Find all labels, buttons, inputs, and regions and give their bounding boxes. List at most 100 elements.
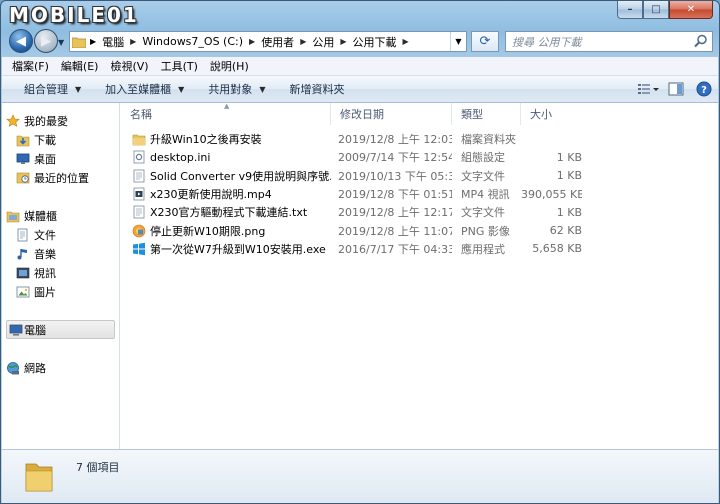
help-button[interactable]: ? xyxy=(690,79,718,99)
text-file-icon xyxy=(133,205,145,219)
menu-view[interactable]: 檢視(V) xyxy=(104,58,154,74)
column-size-label: 大小 xyxy=(530,108,552,121)
menu-tools[interactable]: 工具(T) xyxy=(155,58,204,74)
file-type: 應用程式 xyxy=(461,242,505,256)
file-name: desktop.ini xyxy=(150,150,211,164)
search-input[interactable]: 搜尋 公用下載 xyxy=(505,31,713,52)
change-view-button[interactable] xyxy=(634,79,662,99)
table-row[interactable]: desktop.ini 2009/7/14 下午 12:54 組態設定 1 KB xyxy=(121,148,718,166)
menu-edit[interactable]: 編輯(E) xyxy=(55,58,105,74)
file-date: 2009/7/14 下午 12:54 xyxy=(338,151,452,165)
maximize-button[interactable]: □ xyxy=(643,1,669,19)
file-name: 升級Win10之後再安裝 xyxy=(150,133,262,147)
navigation-row: ◀ ▶ ▼ ▶ 電腦 ▶ Windows7_OS (C:) ▶ 使用者 ▶ 公用 ▶ 公… xyxy=(1,29,719,55)
search-icon[interactable] xyxy=(694,34,708,48)
file-name-cell: 停止更新W10期限.png xyxy=(121,223,331,239)
chevron-down-icon: ▼ xyxy=(178,84,185,94)
network-icon xyxy=(7,361,19,374)
table-row[interactable]: X230官方驅動程式下載連結.txt 2019/12/8 上午 12:17 文字… xyxy=(121,203,718,221)
nav-item-videos-label: 視訊 xyxy=(34,266,56,280)
breadcrumb-item-public[interactable]: 公用 xyxy=(312,34,334,50)
new-folder-button[interactable]: 新增資料夾 xyxy=(277,81,356,97)
table-row[interactable]: 停止更新W10期限.png 2019/12/8 上午 11:07 PNG 影像 … xyxy=(121,221,718,239)
file-size: 1 KB xyxy=(556,169,582,183)
breadcrumb-chevron-icon[interactable]: ▶ xyxy=(124,37,142,46)
column-size[interactable]: 大小 xyxy=(521,103,596,125)
logo-text: MOBILE01 xyxy=(9,3,139,27)
address-history-dropdown[interactable]: ▼ xyxy=(450,32,466,51)
nav-favorites-label: 我的最愛 xyxy=(24,114,68,128)
file-type: PNG 影像 xyxy=(461,224,510,238)
table-row[interactable]: 第一次從W7升級到W10安裝用.exe 2016/7/17 下午 04:33 應… xyxy=(121,240,718,258)
details-view-icon xyxy=(638,84,659,94)
column-type[interactable]: 類型 xyxy=(452,103,521,125)
table-row[interactable]: Solid Converter v9使用說明與序號.txt 2019/10/13… xyxy=(121,167,718,185)
organize-button[interactable]: 組合管理 ▼ xyxy=(12,81,93,97)
breadcrumb-chevron-icon[interactable]: ▶ xyxy=(294,37,312,46)
column-date-label: 修改日期 xyxy=(340,108,384,121)
refresh-button[interactable]: ⟳ xyxy=(471,31,499,52)
table-row[interactable]: x230更新使用說明.mp4 2019/12/8 下午 01:51 MP4 視訊… xyxy=(121,185,718,203)
libraries-icon xyxy=(6,211,20,222)
nav-item-downloads[interactable]: 下載 xyxy=(2,130,120,149)
nav-item-recent-places[interactable]: 最近的位置 xyxy=(2,168,120,187)
refresh-icon: ⟳ xyxy=(479,34,491,49)
nav-item-desktop[interactable]: 桌面 xyxy=(2,149,120,168)
breadcrumb-item-drive[interactable]: Windows7_OS (C:) xyxy=(142,35,243,48)
minimize-button[interactable]: – xyxy=(617,1,643,19)
documents-icon xyxy=(17,228,28,241)
address-bar[interactable]: ▶ 電腦 ▶ Windows7_OS (C:) ▶ 使用者 ▶ 公用 ▶ 公用下載 ▶ ▼ xyxy=(69,31,467,52)
breadcrumb-chevron-icon[interactable]: ▶ xyxy=(334,37,352,46)
nav-libraries[interactable]: 媒體櫃 xyxy=(2,206,120,225)
network-group: 網路 xyxy=(2,358,120,377)
file-name-cell: X230官方驅動程式下載連結.txt xyxy=(121,204,331,220)
breadcrumb-chevron-icon[interactable]: ▶ xyxy=(243,37,261,46)
menu-help[interactable]: 說明(H) xyxy=(204,58,255,74)
back-button[interactable]: ◀ xyxy=(9,29,33,53)
file-list: ▲ 名稱 修改日期 類型 大小 升級Win10之後再安裝 2019/12/8 上… xyxy=(121,102,718,449)
file-name: X230官方驅動程式下載連結.txt xyxy=(150,206,308,220)
nav-network[interactable]: 網路 xyxy=(2,358,120,377)
close-button[interactable]: ✕ xyxy=(669,1,713,19)
file-size: 1 KB xyxy=(556,150,582,164)
sort-ascending-icon: ▲ xyxy=(224,102,230,110)
forward-button[interactable]: ▶ xyxy=(34,29,58,53)
column-name[interactable]: ▲ 名稱 xyxy=(121,102,331,125)
desktop-icon xyxy=(16,153,30,164)
new-folder-label: 新增資料夾 xyxy=(289,83,345,96)
file-date: 2019/12/8 上午 12:17 xyxy=(338,206,452,220)
explorer-window: MOBILE01 – □ ✕ ◀ ▶ ▼ ▶ 電腦 ▶ Windows7_OS (… xyxy=(0,0,720,504)
file-type: 文字文件 xyxy=(461,206,505,220)
main-area: 我的最愛 下載 桌面 最近的位置 媒體櫃 文件 音樂 視訊 圖片 電腦 網路 ▲… xyxy=(2,102,718,449)
breadcrumb-item-users[interactable]: 使用者 xyxy=(261,34,294,50)
file-type: 檔案資料夾 xyxy=(461,133,516,147)
file-size: 5,658 KB xyxy=(532,242,582,256)
nav-item-music[interactable]: 音樂 xyxy=(2,244,120,263)
nav-item-pictures[interactable]: 圖片 xyxy=(2,282,120,301)
column-date-modified[interactable]: 修改日期 xyxy=(331,103,452,125)
menu-file[interactable]: 檔案(F) xyxy=(6,58,55,74)
file-name: Solid Converter v9使用說明與序號.txt xyxy=(150,169,331,183)
nav-item-videos[interactable]: 視訊 xyxy=(2,263,120,282)
column-header: ▲ 名稱 修改日期 類型 大小 xyxy=(121,102,718,125)
preview-pane-button[interactable] xyxy=(662,79,690,99)
breadcrumb-item-public-downloads[interactable]: 公用下載 xyxy=(353,34,397,50)
share-with-button[interactable]: 共用對象 ▼ xyxy=(196,81,277,97)
breadcrumb-chevron-icon[interactable]: ▶ xyxy=(397,37,415,46)
file-size: 62 KB xyxy=(549,224,582,238)
include-in-library-button[interactable]: 加入至媒體櫃 ▼ xyxy=(93,81,196,97)
file-name-cell: 第一次從W7升級到W10安裝用.exe xyxy=(121,241,331,257)
folder-icon xyxy=(70,33,88,51)
navigation-pane: 我的最愛 下載 桌面 最近的位置 媒體櫃 文件 音樂 視訊 圖片 電腦 網路 xyxy=(2,103,120,449)
recent-pages-dropdown[interactable]: ▼ xyxy=(58,38,64,47)
breadcrumb-item-computer[interactable]: 電腦 xyxy=(102,34,124,50)
nav-computer[interactable]: 電腦 xyxy=(6,320,115,339)
computer-icon xyxy=(9,324,23,336)
arrow-left-icon: ◀ xyxy=(16,33,26,49)
table-row[interactable]: 升級Win10之後再安裝 2019/12/8 上午 12:03 檔案資料夾 xyxy=(121,130,718,148)
nav-item-documents[interactable]: 文件 xyxy=(2,225,120,244)
column-name-label: 名稱 xyxy=(130,108,152,121)
nav-favorites[interactable]: 我的最愛 xyxy=(2,111,120,130)
watermark-logo: MOBILE01 xyxy=(9,3,139,27)
breadcrumb-chevron-icon[interactable]: ▶ xyxy=(88,37,102,46)
